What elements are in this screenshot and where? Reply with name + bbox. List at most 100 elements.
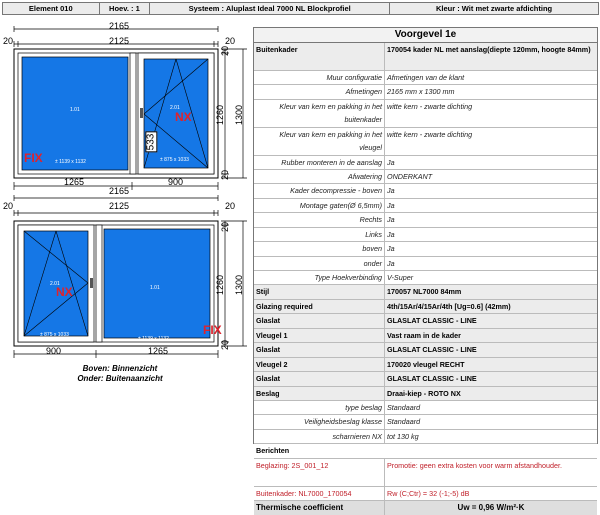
spec-row-value: Ja [387,258,395,268]
bottom-right-height: 1300 [234,274,245,296]
spec-row: Thermische coefficient Uw = 0,96 W/m²·K [254,501,597,515]
spec-row-key: Vleugel 2 [254,357,385,372]
spec-row-value: Uw = 0,96 W/m²·K [457,503,525,513]
spec-row-key: scharnieren NX [254,429,385,444]
spec-row: Afmetingen 2165 mm x 1300 mm [254,85,597,100]
spec-row-key: Rechts [254,213,385,227]
spec-row-value: 170057 NL7000 84mm [387,287,462,297]
spec-row: Veiligheidsbeslag klasse Standaard [254,415,597,430]
spec-row-key: Glaslat [254,314,385,328]
spec-row-value: Ja [387,200,395,210]
spec-row-key: Veiligheidsbeslag klasse [254,415,385,429]
spec-row-value: 170054 kader NL met aanslag(diepte 120mm… [387,45,591,54]
window-drawing-bottom-svg [13,195,247,358]
fix-label-top: FIX [24,151,43,165]
fix-label-bottom: FIX [203,323,222,337]
spec-row-key: Vleugel 1 [254,328,385,343]
spec-row-key: onder [254,256,385,271]
top-overall-width: 2165 [109,21,130,31]
pane-size-top-1: ± 1139 x 1132 [55,159,86,165]
color-label: Kleur : Wit met zwarte afdichting [435,4,553,13]
pane-size-bottom-2: ± 1139 x 1132 [138,336,169,342]
spec-row-value: Ja [387,244,395,254]
spec-row-key: Montage gaten(Ø 6,5mm) [254,198,385,213]
spec-row: Type Hoekverbinding V-Super [254,271,597,286]
spec-row-value: 2165 mm x 1300 mm [387,87,455,97]
spec-row-value: 170020 vleugel RECHT [387,359,465,369]
spec-row: Rubber monteren in de aanslag Ja [254,155,597,170]
spec-row: Rechts Ja [254,213,597,228]
pane-size-bottom-1: ± 875 x 1033 [40,332,69,338]
spec-row-key: Beglazing: 2S_001_12 [254,458,385,486]
spec-row-value: GLASLAT CLASSIC - LINE [387,345,477,355]
top-bottom-left-width: 1265 [64,177,85,187]
spec-row-value: GLASLAT CLASSIC - LINE [387,374,477,384]
bottom-bottom-right-width: 1265 [148,346,169,356]
spec-row: Links Ja [254,227,597,243]
spec-row: onder Ja [254,256,597,272]
spec-row-value: Ja [387,157,395,167]
pane-code-top-1: 1.01 [70,107,80,113]
spec-row-value: Ja [387,229,395,239]
spec-row: Buitenkader 170054 kader NL met aanslag(d… [254,43,597,71]
quantity-label: Hoev. : 1 [100,3,151,14]
top-inner-height: 1260 [215,104,226,126]
caption-top: Boven: Binnenzicht [82,364,158,373]
system-label: Systeem : Aluplast Ideal 7000 NL Blockpr… [150,3,391,14]
spec-row: type beslag Standaard [254,400,597,416]
spec-row: Glazing required 4th/15Ar/4/15Ar/4th [Ug=… [254,299,597,315]
spec-row-key: Berichten [256,446,290,456]
spec-row-key: Glaslat [254,343,385,357]
spec-table: Voorgevel 1e Buitenkader 170054 kader NL … [253,27,598,515]
spec-row: Beslag Draai-kiep - ROTO NX [254,386,597,401]
spec-row-key: Buitenkader: NL7000_170054 [254,486,385,501]
sash-height-dim: 533 [145,131,158,153]
spec-row: Kleur van kern en pakking in het vleugel… [254,127,597,156]
spec-row: Glaslat GLASLAT CLASSIC - LINE [254,314,597,329]
spec-row: Muur configuratie Afmetingen van de klant [254,70,597,86]
spec-row: Vleugel 2 170020 vleugel RECHT [254,357,597,373]
spec-row-key: Glaslat [254,372,385,386]
bottom-left-margin: 20 [3,201,14,211]
spec-row: Buitenkader: NL7000_170054 Rw (C;Ctr) = 3… [254,486,597,502]
top-top-margin: 20 [220,45,231,57]
spec-row: Afwatering ONDERKANT [254,169,597,185]
top-right-margin: 20 [225,36,236,46]
header-bar: Element 010 Hoev. : 1 Systeem : Aluplast… [2,2,599,15]
top-bottom-margin: 20 [220,169,231,181]
spec-row-key: Kleur van kern en pakking in het buitenk… [254,99,385,127]
spec-row: Kleur van kern en pakking in het buitenk… [254,99,597,128]
bottom-top-margin: 20 [220,221,231,233]
spec-row: scharnieren NX tot 130 kg [254,429,597,445]
spec-row-value: Ja [387,215,395,225]
spec-row-value: witte kern - zwarte dichting [387,129,473,139]
spec-row-key: type beslag [254,400,385,415]
spec-row-key: Kleur van kern en pakking in het vleugel [254,127,385,155]
spec-row-value: Standaard [387,417,421,427]
spec-row-value: 4th/15Ar/4/15Ar/4th [Ug=0.6] (42mm) [387,301,511,311]
spec-row-key: Thermische coefficient [254,501,385,515]
spec-row-value: ONDERKANT [387,171,433,181]
spec-row-key: Muur configuratie [254,70,385,85]
spec-row-value: tot 130 kg [387,431,419,441]
spec-row: boven Ja [254,242,597,257]
spec-row-key: Kader decompressie - boven [254,184,385,198]
spec-row: Kader decompressie - boven Ja [254,184,597,199]
spec-row-value: Promotie: geen extra kosten voor warm af… [385,458,597,486]
bottom-bottom-margin: 20 [220,339,231,351]
spec-row-key: boven [254,242,385,256]
bottom-inner-width: 2125 [109,201,130,211]
spec-row-key: Beslag [254,386,385,400]
caption-bottom: Onder: Buitenaanzicht [77,374,163,383]
spec-row-key: Type Hoekverbinding [254,271,385,285]
spec-row: Glaslat GLASLAT CLASSIC - LINE [254,343,597,358]
spec-row-value: witte kern - zwarte dichting [387,101,473,111]
spec-row-key: Glazing required [254,299,385,314]
top-inner-width: 2125 [109,36,130,46]
spec-row-value: Draai-kiep - ROTO NX [387,388,461,398]
spec-row-value: Rw (C;Ctr) = 32 (-1;-5) dB [385,486,597,501]
top-right-height: 1300 [234,104,245,126]
pane-code-bottom-2: 1.01 [150,285,160,291]
spec-row-value: GLASLAT CLASSIC - LINE [387,316,477,326]
pane-size-top-2: ± 875 x 1033 [160,157,189,163]
